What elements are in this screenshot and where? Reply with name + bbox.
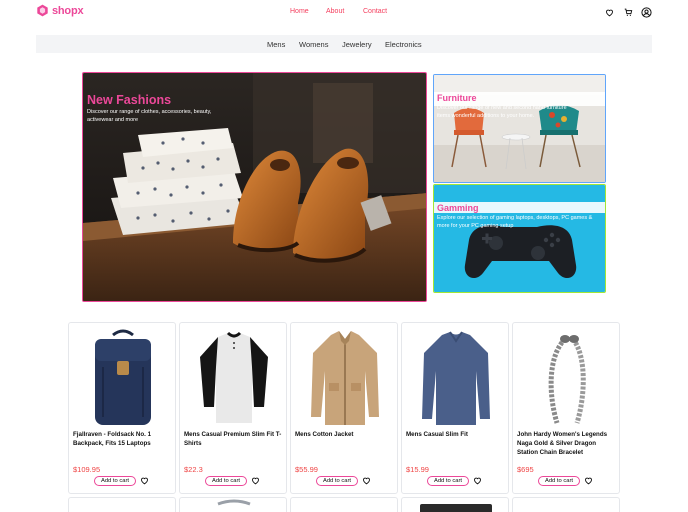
product-image-bracelet xyxy=(521,327,613,427)
cart-icon[interactable] xyxy=(622,6,634,18)
product-image-longsleeve xyxy=(410,327,502,427)
wishlist-heart-icon[interactable] xyxy=(362,476,371,485)
product-title[interactable]: Mens Cotton Jacket xyxy=(295,430,395,439)
add-to-cart-button[interactable]: Add to cart xyxy=(205,476,247,486)
product-card[interactable] xyxy=(68,497,176,512)
product-title[interactable]: John Hardy Women's Legends Naga Gold & S… xyxy=(517,430,617,457)
hero-new-fashions[interactable]: New Fashions Discover our range of cloth… xyxy=(82,72,427,302)
product-image-tshirt xyxy=(188,327,280,427)
product-card[interactable]: John Hardy Women's Legends Naga Gold & S… xyxy=(512,322,620,494)
product-price: $109.95 xyxy=(73,465,101,474)
product-card[interactable] xyxy=(401,497,509,512)
hero-furniture-title: Furniture xyxy=(437,93,477,103)
hero-gaming-description: Explore our selection of gaming laptops,… xyxy=(437,215,593,229)
wishlist-heart-icon[interactable] xyxy=(473,476,482,485)
hero-main-title: New Fashions xyxy=(87,93,172,107)
nav-contact-link[interactable]: Contact xyxy=(363,8,387,15)
wishlist-heart-icon[interactable] xyxy=(251,476,260,485)
hero-furniture-description: Discover our range of new and second han… xyxy=(437,105,567,119)
product-card[interactable]: Fjallraven - Foldsack No. 1 Backpack, Fi… xyxy=(68,322,176,494)
product-card[interactable]: Mens Casual Slim Fit $15.99 Add to cart xyxy=(401,322,509,494)
product-price: $55.99 xyxy=(295,465,318,474)
product-card[interactable] xyxy=(179,497,287,512)
wishlist-heart-icon[interactable] xyxy=(603,6,615,18)
product-image-jacket xyxy=(299,327,391,427)
user-account-icon[interactable] xyxy=(640,6,652,18)
top-header: shopx Home About Contact xyxy=(0,0,688,24)
category-jewelery[interactable]: Jewelery xyxy=(342,40,372,49)
nav-about-link[interactable]: About xyxy=(326,8,344,15)
product-card[interactable] xyxy=(290,497,398,512)
add-to-cart-button[interactable]: Add to cart xyxy=(538,476,580,486)
hero-main-description: Discover our range of clothes, accessori… xyxy=(87,109,212,123)
add-to-cart-button[interactable]: Add to cart xyxy=(316,476,358,486)
product-title[interactable]: Fjallraven - Foldsack No. 1 Backpack, Fi… xyxy=(73,430,173,448)
category-mens[interactable]: Mens xyxy=(267,40,285,49)
category-electronics[interactable]: Electronics xyxy=(385,40,422,49)
brand-name: shopx xyxy=(52,4,84,17)
hero-furniture[interactable]: Furniture Discover our range of new and … xyxy=(433,74,606,183)
product-card[interactable]: Mens Cotton Jacket $55.99 Add to cart xyxy=(290,322,398,494)
product-card[interactable]: Mens Casual Premium Slim Fit T-Shirts $2… xyxy=(179,322,287,494)
nav-home-link[interactable]: Home xyxy=(290,8,309,15)
product-card[interactable] xyxy=(512,497,620,512)
hero-gaming[interactable]: Gamming Explore our selection of gaming … xyxy=(433,184,606,293)
product-title[interactable]: Mens Casual Slim Fit xyxy=(406,430,506,439)
product-price: $22.3 xyxy=(184,465,203,474)
product-title[interactable]: Mens Casual Premium Slim Fit T-Shirts xyxy=(184,430,284,448)
add-to-cart-button[interactable]: Add to cart xyxy=(427,476,469,486)
product-price: $15.99 xyxy=(406,465,429,474)
hero-gaming-title: Gamming xyxy=(437,203,479,213)
product-image-backpack xyxy=(77,327,169,427)
add-to-cart-button[interactable]: Add to cart xyxy=(94,476,136,486)
logo-icon xyxy=(37,4,48,17)
category-bar: Mens Womens Jewelery Electronics xyxy=(36,35,652,53)
brand-logo[interactable]: shopx xyxy=(36,4,84,17)
wishlist-heart-icon[interactable] xyxy=(140,476,149,485)
product-image-partial xyxy=(217,499,251,506)
wishlist-heart-icon[interactable] xyxy=(584,476,593,485)
category-womens[interactable]: Womens xyxy=(299,40,328,49)
product-price: $695 xyxy=(517,465,534,474)
product-image-partial xyxy=(420,504,492,512)
